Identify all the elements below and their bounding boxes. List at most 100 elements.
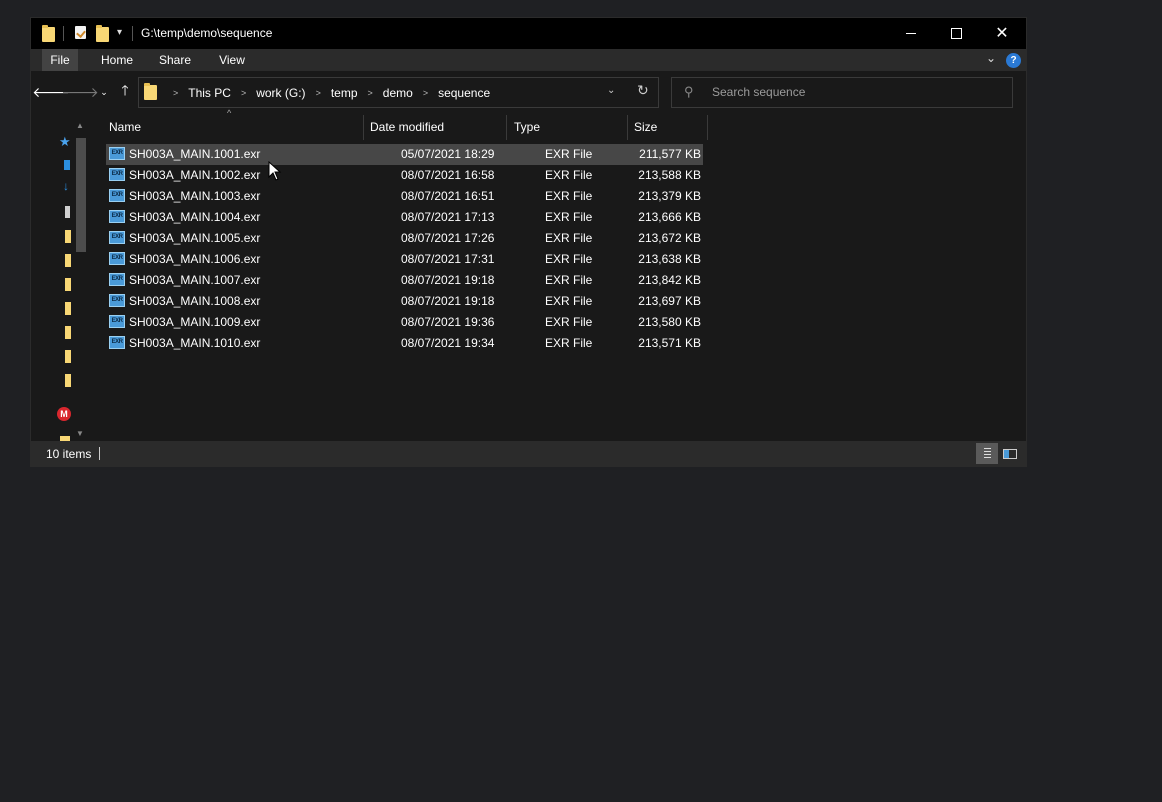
exr-file-icon: EXR xyxy=(109,168,125,181)
file-list: ^ Name Date modified Type Size EXR SH003A… xyxy=(102,108,1026,441)
column-type[interactable]: Type xyxy=(507,115,628,140)
file-row[interactable]: EXR SH003A_MAIN.1007.exr 08/07/2021 19:18 E… xyxy=(106,270,703,291)
file-name: SH003A_MAIN.1009.exr xyxy=(129,315,261,329)
scroll-up-icon[interactable]: ▲ xyxy=(74,121,86,130)
file-type: EXR File xyxy=(545,336,593,350)
file-size: 213,379 KB xyxy=(638,189,701,203)
file-name: SH003A_MAIN.1006.exr xyxy=(129,252,261,266)
scroll-down-icon[interactable]: ▼ xyxy=(74,429,86,438)
scrollbar-thumb[interactable] xyxy=(76,138,86,252)
recent-locations-button[interactable]: ⌄ xyxy=(95,83,113,101)
tab-file[interactable]: File xyxy=(42,49,78,71)
file-name: SH003A_MAIN.1004.exr xyxy=(129,210,261,224)
file-date-modified: 08/07/2021 17:31 xyxy=(401,252,495,266)
folder-icon[interactable] xyxy=(65,254,71,267)
window-title: G:\temp\demo\sequence xyxy=(141,26,273,40)
file-row[interactable]: EXR SH003A_MAIN.1001.exr 05/07/2021 18:29 E… xyxy=(106,144,703,165)
quick-access-star-icon[interactable]: ★ xyxy=(59,134,71,150)
file-type: EXR File xyxy=(545,189,593,203)
address-bar[interactable]: > This PC > work (G:) > temp > demo > se… xyxy=(138,77,659,108)
toolbar-separator xyxy=(63,26,64,41)
details-view-button[interactable] xyxy=(976,443,998,464)
file-name: SH003A_MAIN.1005.exr xyxy=(129,231,261,245)
file-row[interactable]: EXR SH003A_MAIN.1006.exr 08/07/2021 17:31 E… xyxy=(106,249,703,270)
documents-icon[interactable] xyxy=(65,206,70,218)
folder-icon[interactable] xyxy=(65,278,71,291)
downloads-icon[interactable]: ↓ xyxy=(63,179,69,193)
status-separator xyxy=(99,447,100,460)
mega-icon[interactable]: M xyxy=(57,407,71,421)
column-date-modified[interactable]: Date modified xyxy=(363,115,507,140)
exr-file-icon: EXR xyxy=(109,147,125,160)
file-type: EXR File xyxy=(545,147,593,161)
exr-file-icon: EXR xyxy=(109,231,125,244)
refresh-icon[interactable]: ↻ xyxy=(637,82,649,99)
close-icon: ✕ xyxy=(995,24,1009,42)
file-row[interactable]: EXR SH003A_MAIN.1009.exr 08/07/2021 19:36 E… xyxy=(106,312,703,333)
breadcrumb-temp[interactable]: temp xyxy=(331,86,358,100)
breadcrumb-demo[interactable]: demo xyxy=(383,86,413,100)
file-size: 213,571 KB xyxy=(638,336,701,350)
folder-icon[interactable] xyxy=(65,326,71,339)
exr-file-icon: EXR xyxy=(109,252,125,265)
file-row[interactable]: EXR SH003A_MAIN.1010.exr 08/07/2021 19:34 E… xyxy=(106,333,703,354)
forward-button[interactable]: 🡒 xyxy=(61,83,99,101)
folder-icon[interactable] xyxy=(65,230,71,243)
file-row[interactable]: EXR SH003A_MAIN.1008.exr 08/07/2021 19:18 E… xyxy=(106,291,703,312)
status-bar: 10 items xyxy=(31,441,1026,466)
tab-home[interactable]: Home xyxy=(98,49,136,71)
tab-view[interactable]: View xyxy=(214,49,250,71)
file-name: SH003A_MAIN.1001.exr xyxy=(129,147,261,161)
customize-quick-access-icon[interactable]: ▾ xyxy=(117,27,122,38)
breadcrumb: > This PC > work (G:) > temp > demo > se… xyxy=(163,78,490,107)
navigation-pane-scrollbar[interactable]: ▲ ▼ xyxy=(74,121,86,438)
file-date-modified: 05/07/2021 18:29 xyxy=(401,147,495,161)
breadcrumb-this-pc[interactable]: This PC xyxy=(188,86,231,100)
file-row[interactable]: EXR SH003A_MAIN.1005.exr 08/07/2021 17:26 E… xyxy=(106,228,703,249)
desktop-icon[interactable] xyxy=(64,160,70,170)
file-size: 213,580 KB xyxy=(638,315,701,329)
file-row[interactable]: EXR SH003A_MAIN.1004.exr 08/07/2021 17:13 E… xyxy=(106,207,703,228)
breadcrumb-separator-icon[interactable]: > xyxy=(241,88,246,98)
close-button[interactable]: ✕ xyxy=(979,18,1025,49)
folder-icon[interactable] xyxy=(65,350,71,363)
column-name[interactable]: Name xyxy=(102,115,364,140)
folder-icon[interactable] xyxy=(65,302,71,315)
file-row[interactable]: EXR SH003A_MAIN.1002.exr 08/07/2021 16:58 E… xyxy=(106,165,703,186)
file-date-modified: 08/07/2021 16:51 xyxy=(401,189,495,203)
expand-ribbon-icon[interactable]: ⌄ xyxy=(986,51,996,65)
file-date-modified: 08/07/2021 19:34 xyxy=(401,336,495,350)
breadcrumb-sequence[interactable]: sequence xyxy=(438,86,490,100)
column-header: ^ Name Date modified Type Size xyxy=(102,108,1026,140)
exr-file-icon: EXR xyxy=(109,336,125,349)
properties-icon[interactable] xyxy=(75,26,86,39)
file-size: 213,666 KB xyxy=(638,210,701,224)
minimize-icon xyxy=(906,33,916,34)
exr-file-icon: EXR xyxy=(109,210,125,223)
breadcrumb-separator-icon[interactable]: > xyxy=(423,88,428,98)
breadcrumb-drive[interactable]: work (G:) xyxy=(256,86,305,100)
file-row[interactable]: EXR SH003A_MAIN.1003.exr 08/07/2021 16:51 E… xyxy=(106,186,703,207)
details-view-icon xyxy=(983,448,991,459)
back-button[interactable]: 🡐 xyxy=(32,83,70,101)
large-icons-view-button[interactable] xyxy=(999,443,1021,464)
up-button[interactable]: 🡑 xyxy=(116,82,134,101)
folder-icon xyxy=(144,83,157,100)
help-icon[interactable]: ? xyxy=(1006,53,1021,68)
search-box[interactable]: ⚲ Search sequence xyxy=(671,77,1013,108)
folder-icon[interactable] xyxy=(65,374,71,387)
breadcrumb-separator-icon[interactable]: > xyxy=(368,88,373,98)
tab-share[interactable]: Share xyxy=(155,49,195,71)
exr-file-icon: EXR xyxy=(109,189,125,202)
file-name: SH003A_MAIN.1010.exr xyxy=(129,336,261,350)
minimize-button[interactable] xyxy=(888,18,934,49)
breadcrumb-separator-icon[interactable]: > xyxy=(316,88,321,98)
item-count: 10 items xyxy=(46,447,92,461)
column-size[interactable]: Size xyxy=(627,115,708,140)
new-folder-icon[interactable] xyxy=(96,25,109,42)
address-history-dropdown-icon[interactable]: ⌄ xyxy=(607,85,615,96)
file-date-modified: 08/07/2021 19:18 xyxy=(401,273,495,287)
breadcrumb-separator-icon[interactable]: > xyxy=(173,88,178,98)
search-input[interactable]: Search sequence xyxy=(712,85,805,99)
maximize-button[interactable] xyxy=(933,18,979,49)
